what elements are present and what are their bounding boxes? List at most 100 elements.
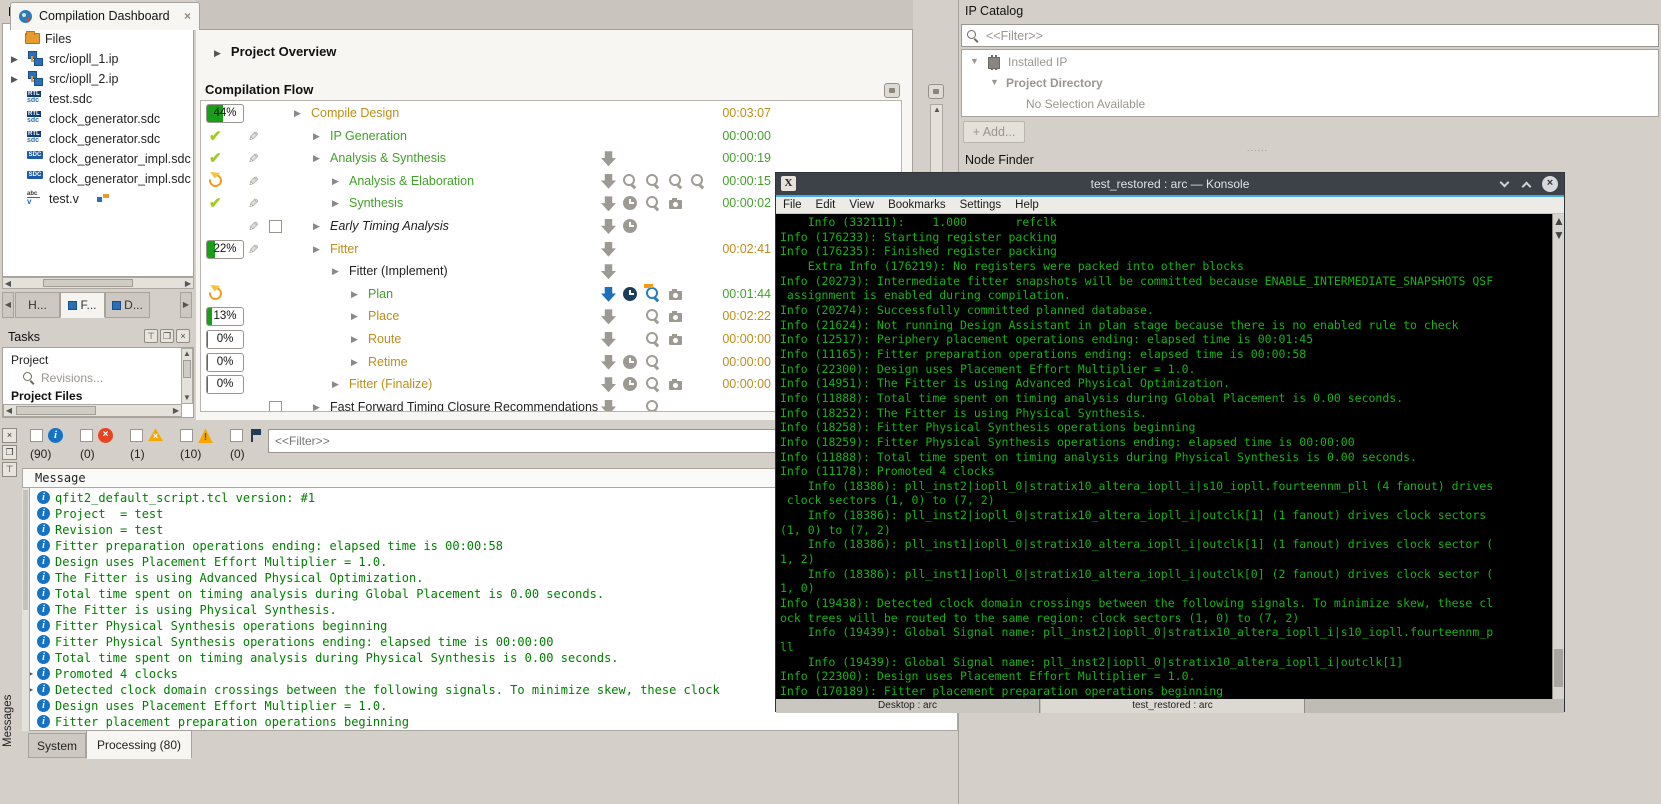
viewer-magnifier-icon[interactable] [646, 377, 661, 392]
tab-compilation-dashboard[interactable]: Compilation Dashboard × [10, 2, 200, 30]
flow-stage-label[interactable]: Route [368, 332, 401, 346]
expand-arrow-icon[interactable]: ▶ [313, 131, 320, 142]
expand-arrow-icon[interactable]: ▶ [332, 266, 339, 277]
flow-row[interactable]: 44%▶Compile Design00:03:07 [201, 103, 901, 125]
timing-clock-icon[interactable] [623, 196, 637, 210]
flow-stage-label[interactable]: Place [368, 309, 399, 323]
splitter-handle[interactable]: ...... [1247, 143, 1268, 153]
file-tree-item[interactable]: abcvtest.v [3, 190, 193, 210]
expand-arrow-icon[interactable]: ▶ [11, 54, 18, 65]
file-name[interactable]: Files [45, 32, 71, 46]
tasks-vscrollbar[interactable]: ▲ ▼ [181, 348, 193, 404]
menu-settings[interactable]: Settings [960, 199, 1002, 211]
navigator-tab-f[interactable]: F... [60, 292, 105, 318]
float-button[interactable]: ❐ [160, 329, 174, 343]
file-name[interactable]: test.v [49, 192, 79, 206]
timing-clock-icon[interactable] [623, 355, 637, 369]
expand-arrow-icon[interactable]: ▶ [313, 221, 320, 232]
flow-stage-label[interactable]: Fitter [330, 242, 358, 256]
file-tree-item[interactable]: RTLsdcclock_generator.sdc [3, 130, 193, 150]
file-name[interactable]: test.sdc [49, 92, 92, 106]
terminal-output[interactable]: Info (332111): 1.000 refclkInfo (176233)… [776, 214, 1554, 699]
edit-pencil-icon[interactable]: ✎ [248, 174, 259, 190]
ip-catalog-search[interactable]: <<Filter>> [961, 24, 1659, 47]
viewer-magnifier-icon[interactable] [646, 287, 661, 302]
close-button[interactable]: × [2, 428, 17, 443]
tab-system[interactable]: System [28, 733, 86, 758]
pin-button[interactable]: ⊤ [144, 329, 158, 343]
collapse-arrow-icon[interactable]: ▼ [990, 77, 999, 87]
expand-arrow-icon[interactable]: ▶ [351, 311, 358, 322]
filter-checkbox[interactable] [130, 429, 143, 442]
expand-arrow-icon[interactable]: ▶ [351, 357, 358, 368]
message-vscrollbar[interactable] [22, 488, 30, 731]
close-tab-icon[interactable]: × [184, 9, 191, 23]
timing-clock-icon[interactable] [623, 377, 637, 391]
report-icon[interactable] [601, 242, 616, 257]
tasks-hscrollbar[interactable]: ◀ ▶ [3, 404, 182, 417]
edit-pencil-icon[interactable]: ✎ [248, 219, 259, 235]
viewer-magnifier-icon[interactable] [646, 332, 661, 347]
report-icon[interactable] [601, 151, 616, 166]
tab-processing[interactable]: Processing (80) [86, 730, 192, 759]
file-tree-item[interactable]: RTLsdctest.sdc [3, 90, 193, 110]
navigator-tab-h[interactable]: H... [15, 292, 60, 318]
filter-checkbox[interactable] [230, 429, 243, 442]
expand-arrow-icon[interactable]: ▶ [11, 74, 18, 85]
file-tree-item[interactable]: Files [3, 30, 193, 50]
viewer-magnifier-icon[interactable] [623, 174, 638, 189]
menu-file[interactable]: File [783, 199, 802, 211]
flow-row[interactable]: ✔✎▶IP Generation00:00:00 [201, 126, 901, 148]
file-tree-item[interactable]: ▶src/iopll_1.ip [3, 50, 193, 70]
report-icon[interactable] [601, 332, 616, 347]
timing-clock-icon[interactable] [623, 219, 637, 233]
navigator-tab-d[interactable]: D... [105, 292, 150, 318]
tasks-item-project[interactable]: Project [11, 353, 48, 367]
filter-checkbox[interactable] [180, 429, 193, 442]
file-name[interactable]: clock_generator.sdc [49, 132, 160, 146]
edit-pencil-icon[interactable]: ✎ [248, 196, 259, 212]
report-icon[interactable] [601, 264, 616, 279]
flow-stage-label[interactable]: Early Timing Analysis [330, 219, 449, 233]
timing-clock-icon[interactable] [623, 287, 637, 301]
viewer-magnifier-icon[interactable] [646, 309, 661, 324]
filter-checkbox[interactable] [80, 429, 93, 442]
close-button[interactable]: × [176, 329, 190, 343]
flow-stage-label[interactable]: Plan [368, 287, 393, 301]
tasks-item-revisions[interactable]: Revisions... [41, 371, 103, 385]
viewer-magnifier-icon[interactable] [691, 174, 706, 189]
expand-arrow-icon[interactable]: ▶ [351, 289, 358, 300]
file-tree-item[interactable]: RTLsdcclock_generator.sdc [3, 110, 193, 130]
report-icon[interactable] [601, 400, 616, 412]
edit-pencil-icon[interactable]: ✎ [248, 129, 259, 145]
flow-stage-label[interactable]: Analysis & Synthesis [330, 151, 446, 165]
messages-side-label[interactable]: Messages [2, 686, 18, 756]
expand-arrow-icon[interactable]: ▶ [351, 334, 358, 345]
expand-arrow-icon[interactable]: ▶ [332, 176, 339, 187]
snapshot-camera-icon[interactable] [669, 196, 684, 211]
report-icon[interactable] [601, 377, 616, 392]
report-icon[interactable] [601, 219, 616, 234]
float-button[interactable]: ❐ [2, 445, 17, 460]
file-name[interactable]: clock_generator_impl.sdc [49, 152, 191, 166]
expand-arrow-icon[interactable]: ▶ [313, 153, 320, 164]
viewer-magnifier-icon[interactable] [646, 400, 661, 412]
snapshot-camera-icon[interactable] [669, 332, 684, 347]
expand-arrow-icon[interactable]: ▶ [294, 108, 301, 119]
flow-stage-label[interactable]: Compile Design [311, 106, 399, 120]
ip-tree-project-directory[interactable]: Project Directory [1006, 76, 1103, 90]
expand-arrow-icon[interactable]: ▶ [313, 244, 320, 255]
nav-hscrollbar[interactable]: ◀ ▶ [2, 277, 194, 289]
viewer-magnifier-icon[interactable] [646, 355, 661, 370]
flow-stage-label[interactable]: IP Generation [330, 129, 407, 143]
report-icon[interactable] [601, 355, 616, 370]
tab-scroll-right[interactable]: ▶ [180, 292, 192, 318]
viewer-magnifier-icon[interactable] [646, 174, 661, 189]
file-name[interactable]: clock_generator_impl.sdc [49, 172, 191, 186]
flow-stage-label[interactable]: Retime [368, 355, 408, 369]
flow-row[interactable]: ✔✎▶Analysis & Synthesis00:00:19 [201, 148, 901, 170]
flow-stage-label[interactable]: Synthesis [349, 196, 403, 210]
report-icon[interactable] [601, 196, 616, 211]
flow-stage-label[interactable]: Fitter (Finalize) [349, 377, 432, 391]
viewer-magnifier-icon[interactable] [669, 174, 684, 189]
